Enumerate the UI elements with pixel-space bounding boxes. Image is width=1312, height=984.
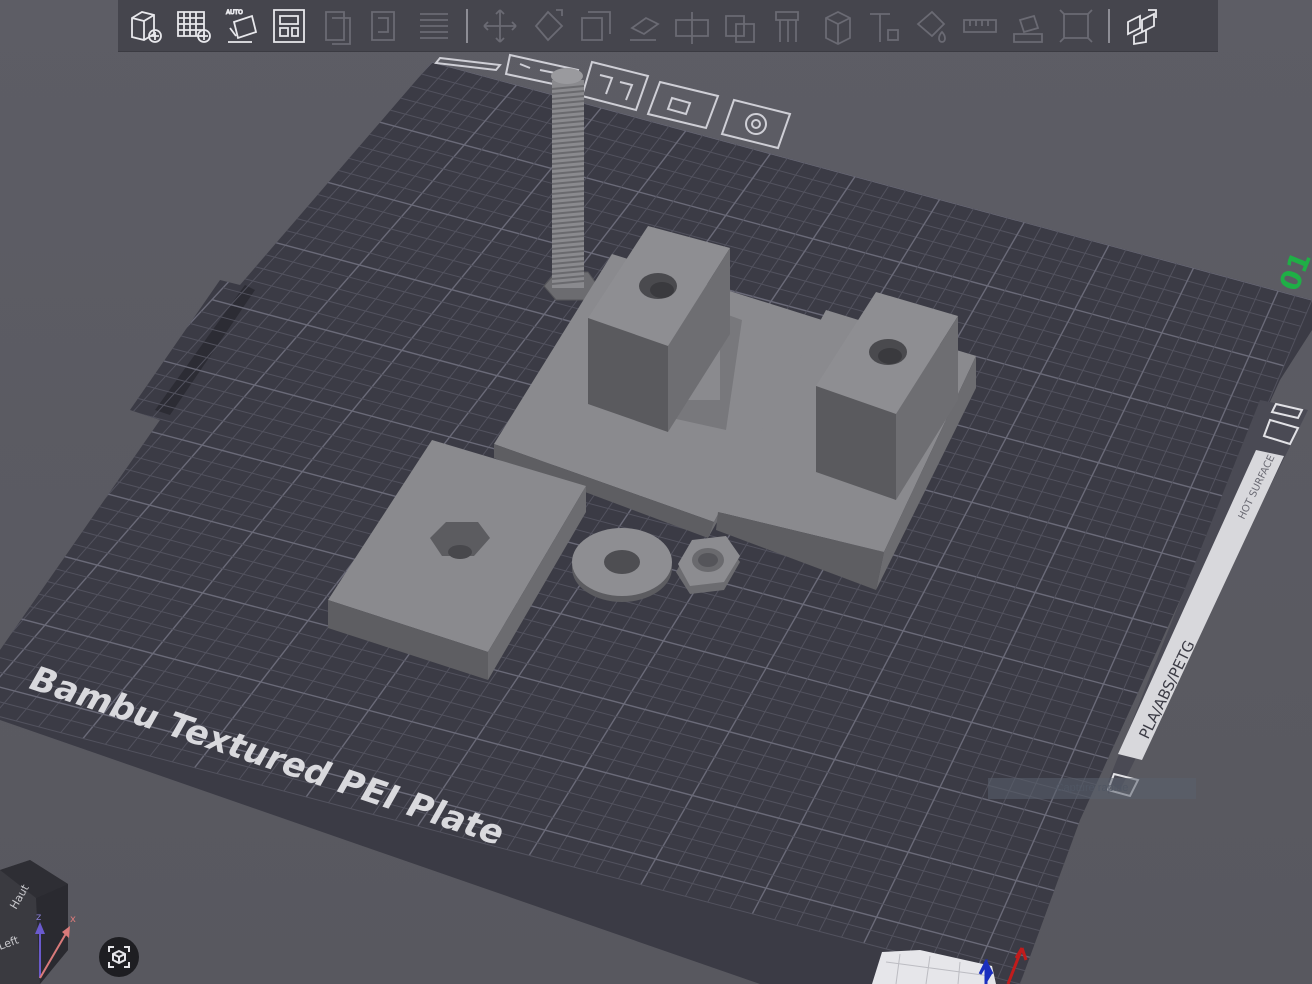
toolbar-separator — [466, 8, 468, 43]
view-cube: Haut Left z x — [0, 860, 76, 984]
cut-icon — [675, 11, 709, 44]
assembly-button[interactable] — [1004, 2, 1052, 50]
auto-orient-icon: AUTO — [226, 8, 258, 43]
scene-canvas[interactable]: 01 PLA/ABS/PETG HOT SURFACE Bambu Textur… — [0, 0, 1312, 984]
main-toolbar: AUTO — [118, 0, 1218, 52]
add-object-button[interactable] — [122, 2, 170, 50]
variable-layer-button[interactable] — [1118, 2, 1166, 50]
copy-button[interactable] — [314, 2, 362, 50]
view-cube-z-label: z — [36, 912, 41, 923]
boolean-button[interactable] — [716, 2, 764, 50]
auto-orient-button[interactable]: AUTO — [218, 2, 266, 50]
rotate-button[interactable] — [524, 2, 572, 50]
build-plate — [0, 62, 1312, 984]
move-button[interactable] — [476, 2, 524, 50]
washer-object — [572, 528, 672, 602]
arrange-layout-icon — [273, 8, 305, 43]
layers-button[interactable] — [410, 2, 458, 50]
paste-button[interactable] — [362, 2, 410, 50]
measure-button[interactable] — [956, 2, 1004, 50]
lock-plate-icon — [646, 80, 720, 130]
plate-type-icon — [720, 98, 792, 150]
scale-button[interactable] — [572, 2, 620, 50]
capture-button[interactable] — [99, 937, 139, 977]
cut-button[interactable] — [668, 2, 716, 50]
3d-viewport[interactable]: 01 PLA/ABS/PETG HOT SURFACE Bambu Textur… — [0, 0, 1312, 984]
seam-paint-icon — [825, 10, 851, 45]
grid-plus-icon — [177, 10, 211, 43]
measure-icon — [963, 18, 997, 33]
capture-tooltip: Capture rapide — [988, 778, 1196, 799]
lay-on-face-icon — [630, 16, 660, 41]
view-cube-x-label: x — [70, 914, 76, 925]
seam-paint-button[interactable] — [812, 2, 860, 50]
color-paint-icon — [916, 10, 946, 43]
toolbar-separator — [1108, 8, 1110, 43]
support-paint-icon — [775, 10, 799, 42]
paste-icon — [371, 10, 395, 41]
arrange-button[interactable] — [266, 2, 314, 50]
plate-number: 01 — [1273, 247, 1312, 295]
color-paint-button[interactable] — [908, 2, 956, 50]
support-paint-button[interactable] — [764, 2, 812, 50]
cube-plus-icon — [131, 10, 162, 43]
capture-icon — [108, 946, 130, 968]
move-icon — [483, 8, 517, 43]
variable-layer-icon — [1127, 8, 1157, 45]
boolean-icon — [725, 14, 755, 43]
assembly-icon — [1013, 14, 1043, 43]
split-icon — [1059, 8, 1093, 43]
text-button[interactable] — [860, 2, 908, 50]
split-button[interactable] — [1052, 2, 1100, 50]
scale-icon — [581, 10, 611, 41]
text-icon — [870, 12, 899, 42]
plate-settings-icon — [580, 60, 650, 112]
copy-icon — [325, 10, 351, 45]
svg-text:AUTO: AUTO — [226, 9, 243, 16]
add-plate-button[interactable] — [170, 2, 218, 50]
rotate-icon — [534, 8, 564, 41]
lay-on-face-button[interactable] — [620, 2, 668, 50]
layers-icon — [420, 12, 448, 39]
